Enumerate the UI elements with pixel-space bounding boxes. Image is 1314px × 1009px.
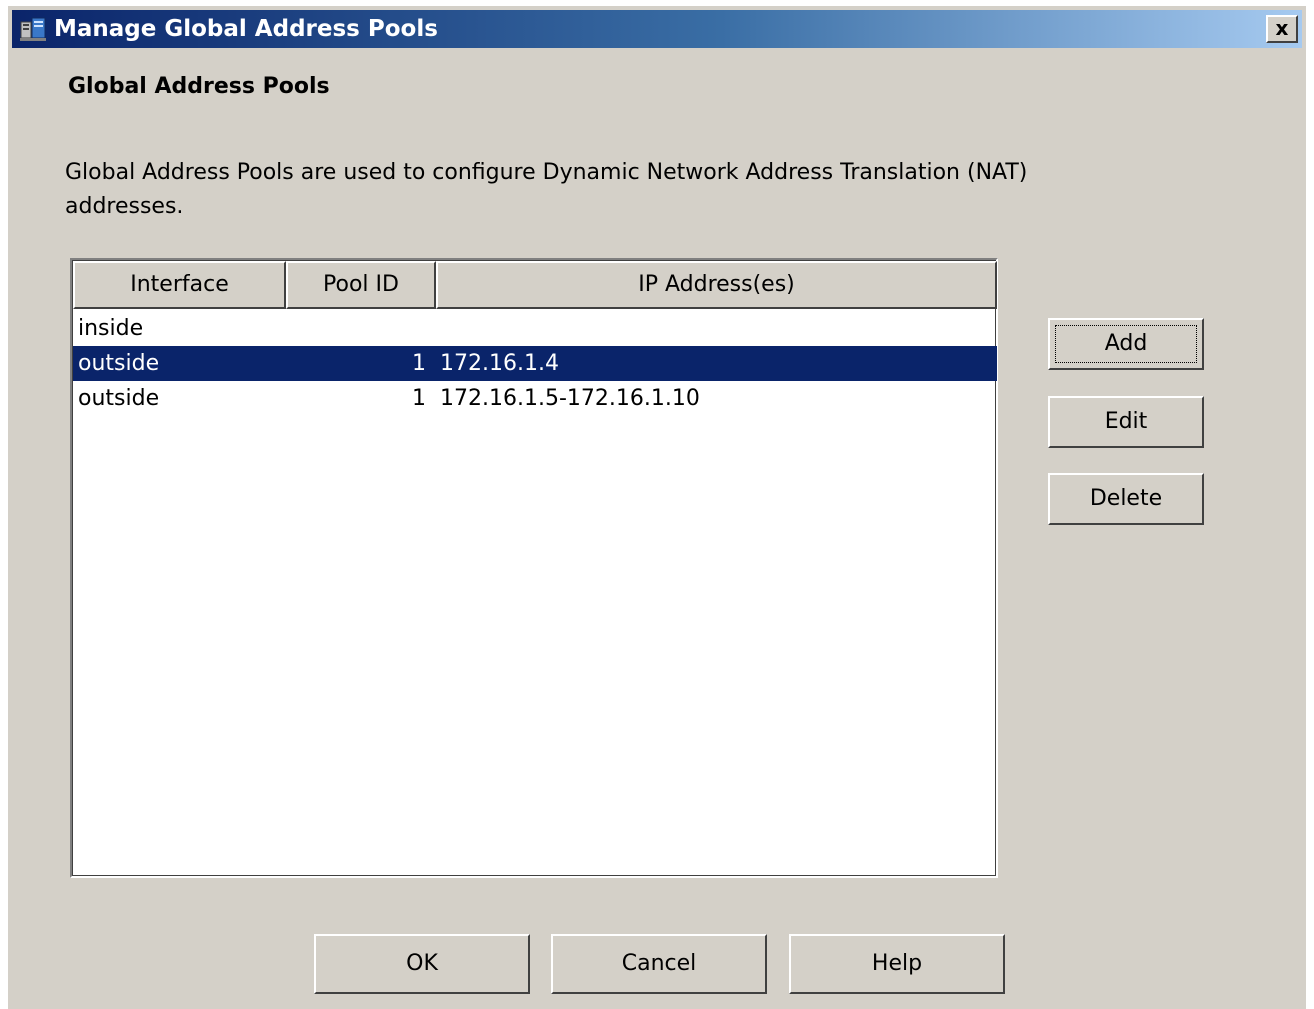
delete-button[interactable]: Delete [1048, 473, 1204, 525]
app-icon [20, 17, 46, 41]
column-header-interface[interactable]: Interface [73, 261, 286, 309]
window-title: Manage Global Address Pools [54, 16, 438, 42]
cell-ip-address: 172.16.1.5-172.16.1.10 [440, 386, 700, 411]
help-button[interactable]: Help [789, 934, 1005, 994]
add-button[interactable]: Add [1048, 318, 1204, 370]
cell-pool-id: 1 [412, 351, 426, 376]
focus-rectangle [1055, 325, 1197, 363]
dialog-window: Manage Global Address Pools x Global Add… [8, 6, 1306, 1009]
close-button[interactable]: x [1266, 15, 1298, 43]
ok-button-label: OK [406, 951, 438, 976]
cell-pool-id: 1 [412, 386, 426, 411]
column-header-ip-addresses[interactable]: IP Address(es) [436, 261, 997, 309]
pools-table: Interface Pool ID IP Address(es) inside … [70, 258, 998, 878]
cancel-button-label: Cancel [621, 951, 697, 976]
cell-interface: outside [78, 386, 160, 411]
cell-ip-address: 172.16.1.4 [440, 351, 559, 376]
ok-button[interactable]: OK [314, 934, 530, 994]
table-row[interactable]: inside [73, 311, 997, 346]
help-button-label: Help [871, 951, 923, 976]
edit-button-label: Edit [1104, 409, 1148, 434]
table-row[interactable]: outside 1 172.16.1.5-172.16.1.10 [73, 381, 997, 416]
section-title: Global Address Pools [68, 74, 330, 99]
cancel-button[interactable]: Cancel [551, 934, 767, 994]
table-body: inside outside 1 172.16.1.4 outside 1 17… [73, 311, 997, 416]
title-bar[interactable]: Manage Global Address Pools x [12, 10, 1302, 48]
cell-interface: inside [78, 316, 144, 341]
description-text: Global Address Pools are used to configu… [65, 160, 1028, 219]
cell-interface: outside [78, 351, 160, 376]
delete-button-label: Delete [1089, 486, 1163, 511]
edit-button[interactable]: Edit [1048, 396, 1204, 448]
table-header: Interface Pool ID IP Address(es) [73, 261, 997, 309]
table-row-selected[interactable]: outside 1 172.16.1.4 [73, 346, 997, 381]
column-header-pool-id[interactable]: Pool ID [286, 261, 436, 309]
